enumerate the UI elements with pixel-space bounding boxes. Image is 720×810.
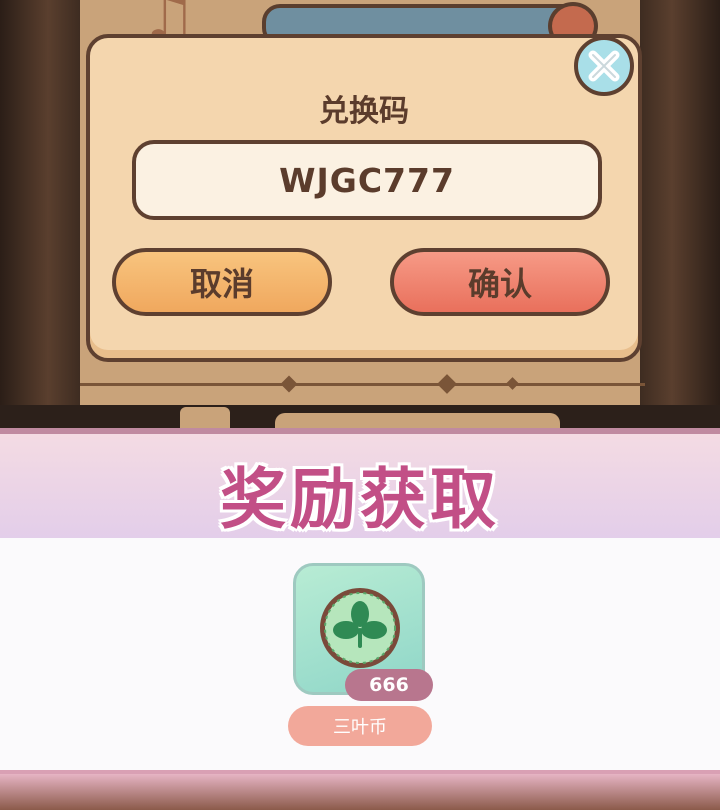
cancel-button[interactable]: 取消 bbox=[112, 248, 332, 316]
clover-coin-icon bbox=[320, 588, 400, 668]
reward-item-count-badge: 666 bbox=[345, 669, 433, 701]
dialog-title: 兑换码 bbox=[319, 94, 409, 129]
reward-title: 奖励获取 bbox=[220, 461, 500, 538]
redeem-code-dialog: 兑换码 WJGC777 取消 确认 bbox=[86, 34, 642, 362]
close-button[interactable] bbox=[574, 36, 634, 96]
background-frame-right bbox=[640, 0, 720, 405]
background-music-note-fragment bbox=[180, 407, 230, 428]
background-frame-left bbox=[0, 0, 80, 405]
game-scene-background: ♫ 兑换码 WJGC777 取消 确认 bbox=[0, 0, 720, 405]
confirm-button[interactable]: 确认 bbox=[390, 248, 610, 316]
background-scroll-fragment bbox=[275, 413, 560, 428]
reward-item-name-label: 三叶币 bbox=[288, 706, 432, 746]
reward-panel-bottom-edge bbox=[0, 770, 720, 810]
close-icon bbox=[588, 50, 620, 82]
redeem-code-input[interactable]: WJGC777 bbox=[132, 140, 602, 220]
background-strip bbox=[0, 405, 720, 428]
divider-line bbox=[80, 383, 645, 386]
